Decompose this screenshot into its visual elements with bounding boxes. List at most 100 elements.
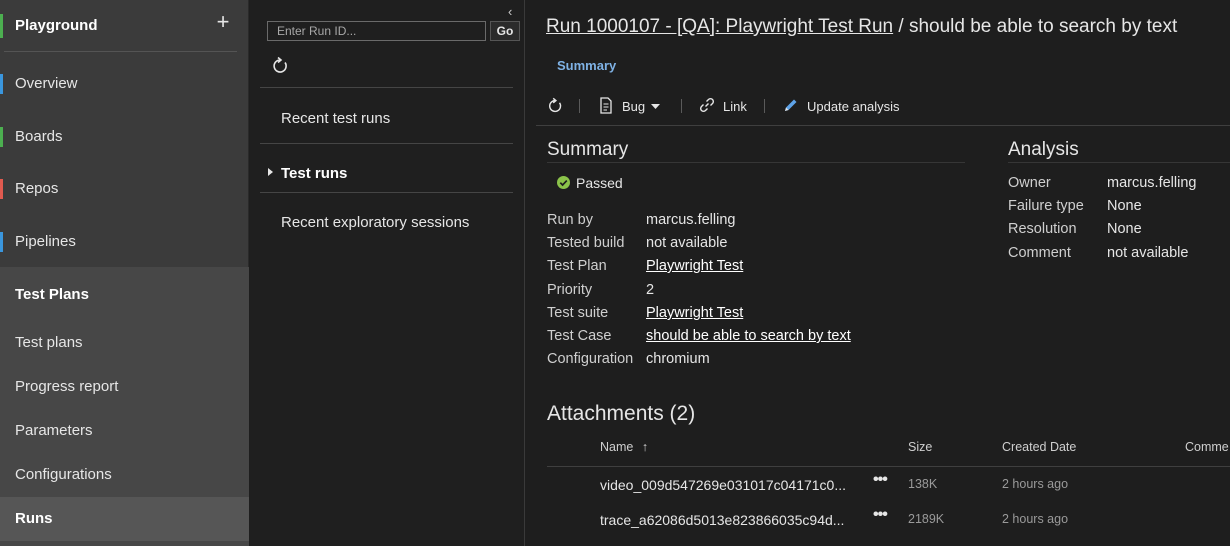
bug-button-label: Bug <box>622 99 646 114</box>
field-label: Run by <box>547 212 593 228</box>
expand-arrow-icon[interactable] <box>268 168 273 176</box>
overview-icon <box>0 74 3 94</box>
column-header-size[interactable]: Size <box>908 440 932 454</box>
tab-summary[interactable]: Summary <box>557 58 616 73</box>
test-runs-link[interactable]: Test runs <box>281 165 347 182</box>
nav-item-label: Runs <box>15 510 53 527</box>
test-plan-link[interactable]: Playwright Test <box>646 258 743 274</box>
field-value: marcus.felling <box>646 212 736 228</box>
field-value: None <box>1107 198 1142 214</box>
field-label: Test suite <box>547 305 609 321</box>
go-button[interactable]: Go <box>490 21 520 41</box>
nav-item-pipelines[interactable]: Pipelines <box>0 220 249 264</box>
attachment-size: 2189K <box>908 512 945 526</box>
test-case-title: / should be able to search by text <box>893 16 1178 37</box>
test-result-detail: Run 1000107 - [QA]: Playwright Test Run … <box>526 0 1230 546</box>
toolbar-divider <box>764 99 765 113</box>
bug-button[interactable]: Bug <box>599 96 661 116</box>
link-button-label: Link <box>723 99 747 114</box>
field-value: None <box>1107 221 1142 237</box>
field-label: Resolution <box>1008 221 1077 237</box>
attachment-name-link[interactable]: video_009d547269e031017c04171c0... <box>600 477 846 493</box>
chevron-down-icon <box>651 104 660 109</box>
check-circle-icon <box>557 176 570 189</box>
refresh-button[interactable] <box>546 96 566 116</box>
refresh-icon <box>549 97 562 113</box>
refresh-icon[interactable] <box>270 56 290 76</box>
more-actions-icon[interactable]: ••• <box>873 471 888 489</box>
project-name[interactable]: Playground <box>15 17 98 34</box>
field-label: Tested build <box>547 235 625 251</box>
attachment-created-date: 2 hours ago <box>1002 512 1069 526</box>
nav-subitem-runs[interactable]: Runs <box>0 497 249 541</box>
repos-icon <box>0 179 3 199</box>
link-icon <box>699 97 715 113</box>
nav-item-label: Repos <box>15 180 59 197</box>
project-color-bar <box>0 14 3 38</box>
nav-item-label: Overview <box>15 75 78 92</box>
nav-subitem-test-plans[interactable]: Test plans <box>0 321 249 365</box>
nav-item-overview[interactable]: Overview <box>0 62 249 106</box>
field-label: Test Case <box>547 328 612 344</box>
recent-exploratory-sessions-link[interactable]: Recent exploratory sessions <box>281 214 469 231</box>
more-actions-icon[interactable]: ••• <box>873 506 888 524</box>
table-row[interactable]: trace_a62086d5013e823866035c94d... ••• 2… <box>547 502 1230 537</box>
attachments-heading: Attachments (2) <box>547 402 696 425</box>
attachment-name-link[interactable]: trace_a62086d5013e823866035c94d... <box>600 512 844 528</box>
field-label: Priority <box>547 282 593 298</box>
attachment-created-date: 2 hours ago <box>1002 477 1069 491</box>
nav-item-boards[interactable]: Boards <box>0 115 249 159</box>
test-plans-section: Test Plans Test plans Progress report Pa… <box>0 267 249 546</box>
nav-item-test-plans[interactable]: Test Plans <box>0 273 249 317</box>
field-label: Failure type <box>1008 198 1084 214</box>
column-header-name[interactable]: Name ↑ <box>600 440 648 454</box>
link-button[interactable]: Link <box>699 96 751 116</box>
nav-subitem-parameters[interactable]: Parameters <box>0 409 249 453</box>
pipelines-icon <box>0 232 3 252</box>
nav-item-label: Test plans <box>15 334 83 351</box>
test-case-link[interactable]: should be able to search by text <box>646 328 851 344</box>
boards-icon <box>0 127 3 147</box>
nav-item-label: Parameters <box>15 422 93 439</box>
field-label: Test Plan <box>547 258 607 274</box>
field-value: not available <box>646 235 728 251</box>
summary-heading: Summary <box>547 139 629 160</box>
column-header-comment[interactable]: Comme <box>1185 440 1229 454</box>
run-title-link[interactable]: Run 1000107 - [QA]: Playwright Test Run <box>546 16 893 37</box>
field-label: Comment <box>1008 245 1071 261</box>
recent-test-runs-link[interactable]: Recent test runs <box>281 110 390 127</box>
nav-item-label: Test Plans <box>15 286 89 303</box>
update-analysis-button[interactable]: Update analysis <box>783 96 903 116</box>
collapse-icon[interactable]: ‹ <box>508 4 512 19</box>
toolbar-divider <box>681 99 682 113</box>
column-header-name-label: Name <box>600 440 634 454</box>
attachment-size: 138K <box>908 477 938 491</box>
toolbar: Bug Link Update analysis <box>536 88 1230 126</box>
nav-item-label: Configurations <box>15 466 112 483</box>
update-analysis-label: Update analysis <box>807 99 900 114</box>
project-header: Playground + <box>0 0 249 52</box>
pencil-icon <box>785 99 797 111</box>
nav-item-label: Progress report <box>15 378 119 395</box>
add-icon[interactable]: + <box>212 11 234 33</box>
bug-icon <box>600 97 612 114</box>
outcome-label: Passed <box>576 175 623 191</box>
divider <box>260 192 513 193</box>
column-header-created-date[interactable]: Created Date <box>1002 440 1076 454</box>
divider <box>547 162 965 163</box>
field-label: Owner <box>1008 175 1051 191</box>
left-navigation: Playground + Overview Boards Repos Pipel… <box>0 0 249 546</box>
nav-subitem-progress-report[interactable]: Progress report <box>0 365 249 409</box>
nav-item-label: Boards <box>15 128 63 145</box>
table-row[interactable]: video_009d547269e031017c04171c0... ••• 1… <box>547 467 1230 502</box>
divider <box>260 143 513 144</box>
sort-ascending-icon: ↑ <box>641 440 649 454</box>
nav-item-label: Pipelines <box>15 233 76 250</box>
run-id-input[interactable] <box>267 21 486 41</box>
nav-item-repos[interactable]: Repos <box>0 167 249 211</box>
test-suite-link[interactable]: Playwright Test <box>646 305 743 321</box>
field-value: 2 <box>646 282 655 298</box>
analysis-heading: Analysis <box>1008 139 1079 160</box>
divider <box>260 87 513 88</box>
nav-subitem-configurations[interactable]: Configurations <box>0 453 249 497</box>
